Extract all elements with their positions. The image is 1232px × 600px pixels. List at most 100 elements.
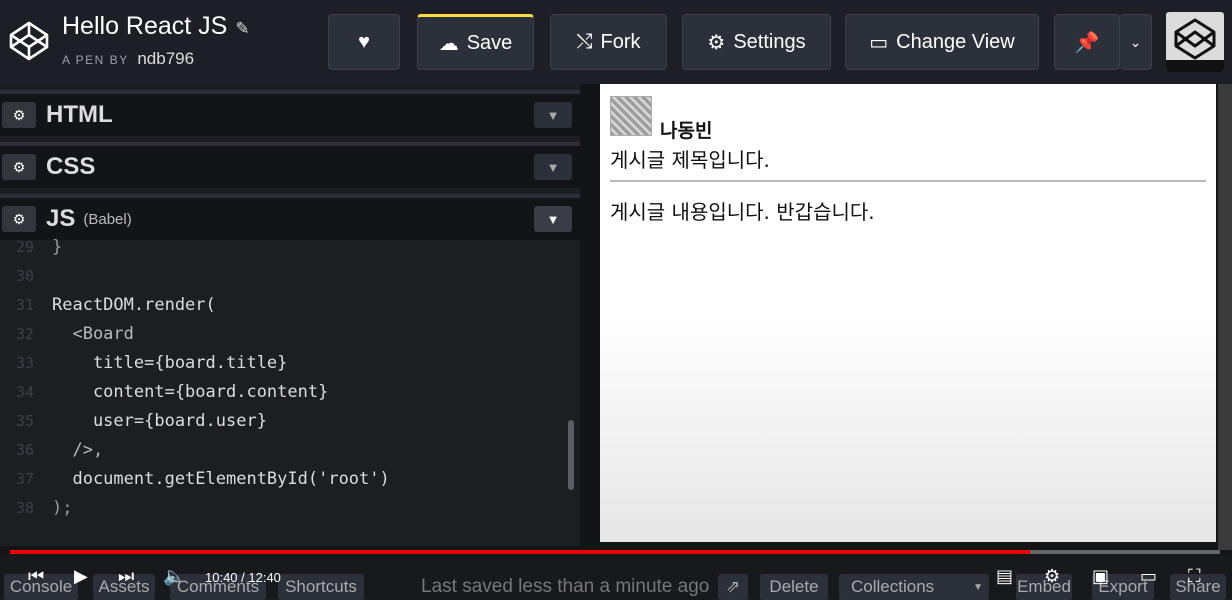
code-text: title={board.title} bbox=[52, 352, 288, 373]
chevron-down-icon[interactable]: ▼ bbox=[534, 154, 572, 180]
heart-icon: ♥ bbox=[358, 30, 370, 53]
line-number: 33 bbox=[15, 353, 34, 372]
line-number: 35 bbox=[15, 411, 34, 430]
external-link-button[interactable]: ⇗ bbox=[718, 574, 748, 600]
code-text: />, bbox=[52, 439, 104, 460]
next-icon[interactable]: ⏭ bbox=[118, 566, 134, 587]
editor-column: ⚙ HTML ▼ ⚙ CSS ▼ ⚙ JS (Babel) ▼ 29} 30 3… bbox=[0, 84, 582, 546]
code-line: 32 <Board bbox=[0, 319, 134, 348]
js-code-editor[interactable]: 29} 30 31 ReactDOM.render( 32 <Board 33 t… bbox=[0, 236, 580, 540]
volume-icon[interactable]: 🔈 bbox=[163, 566, 185, 587]
code-text: ReactDOM.render( bbox=[52, 294, 216, 315]
code-text: <Board bbox=[52, 323, 134, 344]
avatar-logo-icon bbox=[1166, 12, 1224, 72]
gear-icon[interactable]: ⚙ bbox=[2, 154, 36, 180]
previous-icon[interactable]: ⏮ bbox=[28, 566, 44, 587]
line-number: 31 bbox=[15, 295, 34, 314]
shortcuts-button[interactable]: Shortcuts bbox=[278, 574, 364, 600]
fork-icon: ⤭ bbox=[576, 30, 593, 53]
code-text: ); bbox=[52, 497, 73, 518]
code-line: 35 user={board.user} bbox=[0, 406, 267, 435]
code-text: user={board.user} bbox=[52, 410, 267, 431]
settings-button[interactable]: ⚙ Settings bbox=[682, 14, 831, 70]
panel-name: CSS bbox=[46, 153, 96, 180]
collections-label: Collections bbox=[851, 577, 935, 596]
chevron-down-icon: ▼ bbox=[973, 581, 983, 593]
shortcuts-label: Shortcuts bbox=[285, 577, 357, 596]
header-bar: Hello React JS ✎ A PEN BY ndb796 ♥ ☁ Save… bbox=[0, 0, 1232, 84]
pencil-icon[interactable]: ✎ bbox=[235, 19, 249, 38]
video-time: 10:40 / 12:40 bbox=[205, 570, 281, 585]
codepen-logo-icon[interactable] bbox=[6, 18, 52, 64]
line-number: 36 bbox=[15, 440, 34, 459]
preview-post-content: 게시글 내용입니다. 반갑습니다. bbox=[610, 200, 875, 224]
footer-bar: Console Assets Comments Shortcuts Last s… bbox=[0, 554, 1232, 600]
change-view-button[interactable]: ▭ Change View bbox=[845, 14, 1039, 70]
preview-post-title: 게시글 제목입니다. bbox=[610, 148, 770, 172]
panel-name: JS bbox=[46, 205, 76, 232]
editor-scrollbar[interactable] bbox=[568, 420, 574, 490]
code-text: } bbox=[52, 236, 63, 257]
panel-name: HTML bbox=[46, 101, 113, 128]
gear-icon[interactable]: ⚙ bbox=[2, 102, 36, 128]
code-line: 33 title={board.title} bbox=[0, 348, 287, 377]
fork-button[interactable]: ⤭ Fork bbox=[550, 14, 667, 70]
fullscreen-icon[interactable]: ⛶ bbox=[1188, 566, 1201, 587]
line-number: 32 bbox=[15, 324, 34, 343]
chevron-down-icon[interactable]: ▼ bbox=[534, 102, 572, 128]
preview-user-name: 나동빈 bbox=[660, 120, 713, 142]
line-number: 34 bbox=[15, 382, 34, 401]
gear-icon: ⚙ bbox=[707, 31, 726, 54]
play-icon[interactable]: ▶ bbox=[74, 566, 88, 587]
js-panel-header[interactable]: ⚙ JS (Babel) ▼ bbox=[0, 194, 580, 240]
line-number: 30 bbox=[15, 266, 34, 285]
line-number: 29 bbox=[15, 237, 34, 256]
gear-icon[interactable]: ⚙ bbox=[1044, 566, 1060, 587]
author-link[interactable]: ndb796 bbox=[137, 49, 194, 68]
code-line: 37 document.getElementById('root') bbox=[0, 464, 390, 493]
fork-label: Fork bbox=[600, 30, 641, 53]
line-number: 38 bbox=[15, 498, 34, 517]
delete-button[interactable]: Delete bbox=[760, 574, 828, 600]
last-saved-status: Last saved less than a minute ago bbox=[421, 576, 710, 597]
pane-resizer[interactable] bbox=[580, 84, 600, 546]
preview-divider bbox=[610, 180, 1206, 182]
pen-byline: A PEN BY ndb796 bbox=[62, 49, 194, 69]
delete-label: Delete bbox=[769, 577, 819, 596]
pin-dropdown-button[interactable]: ⌄ bbox=[1120, 14, 1152, 70]
code-line: 31 ReactDOM.render( bbox=[0, 290, 216, 319]
code-text: document.getElementById('root') bbox=[52, 468, 390, 489]
result-preview: 나동빈 게시글 제목입니다. 게시글 내용입니다. 반갑습니다. bbox=[600, 84, 1216, 542]
code-line: 38); bbox=[0, 493, 73, 522]
pen-title[interactable]: Hello React JS ✎ bbox=[62, 12, 250, 41]
view-icon: ▭ bbox=[869, 31, 889, 54]
change-view-label: Change View bbox=[896, 30, 1015, 53]
chevron-down-icon[interactable]: ▼ bbox=[534, 206, 572, 232]
theater-mode-icon[interactable]: ▭ bbox=[1140, 566, 1157, 587]
miniplayer-icon[interactable]: ▣ bbox=[1092, 566, 1109, 587]
pen-title-text: Hello React JS bbox=[62, 12, 228, 40]
code-line: 36 />, bbox=[0, 435, 103, 464]
html-panel-header[interactable]: ⚙ HTML ▼ bbox=[0, 90, 580, 136]
save-button[interactable]: ☁ Save bbox=[417, 14, 534, 70]
settings-label: Settings bbox=[733, 30, 806, 53]
gear-icon[interactable]: ⚙ bbox=[2, 206, 36, 232]
user-avatar[interactable] bbox=[1166, 12, 1224, 72]
chevron-down-icon: ⌄ bbox=[1129, 33, 1142, 50]
external-link-icon: ⇗ bbox=[725, 577, 741, 596]
user-thumbnail-image bbox=[610, 96, 652, 136]
pin-icon: 📌 bbox=[1074, 31, 1100, 54]
heart-button[interactable]: ♥ bbox=[328, 14, 400, 70]
css-panel-header[interactable]: ⚙ CSS ▼ bbox=[0, 142, 580, 188]
save-label: Save bbox=[466, 31, 513, 54]
page-scrollbar[interactable] bbox=[1218, 84, 1232, 550]
subtitles-icon[interactable]: ▤ bbox=[996, 566, 1013, 587]
byline-prefix: A PEN BY bbox=[62, 53, 129, 67]
line-number: 37 bbox=[15, 469, 34, 488]
collections-dropdown[interactable]: Collections ▼ bbox=[839, 574, 989, 600]
cloud-icon: ☁ bbox=[438, 32, 459, 55]
code-text: content={board.content} bbox=[52, 381, 329, 402]
panel-preprocessor: (Babel) bbox=[83, 210, 132, 228]
pin-button[interactable]: 📌 bbox=[1054, 14, 1120, 70]
code-line: 34 content={board.content} bbox=[0, 377, 328, 406]
